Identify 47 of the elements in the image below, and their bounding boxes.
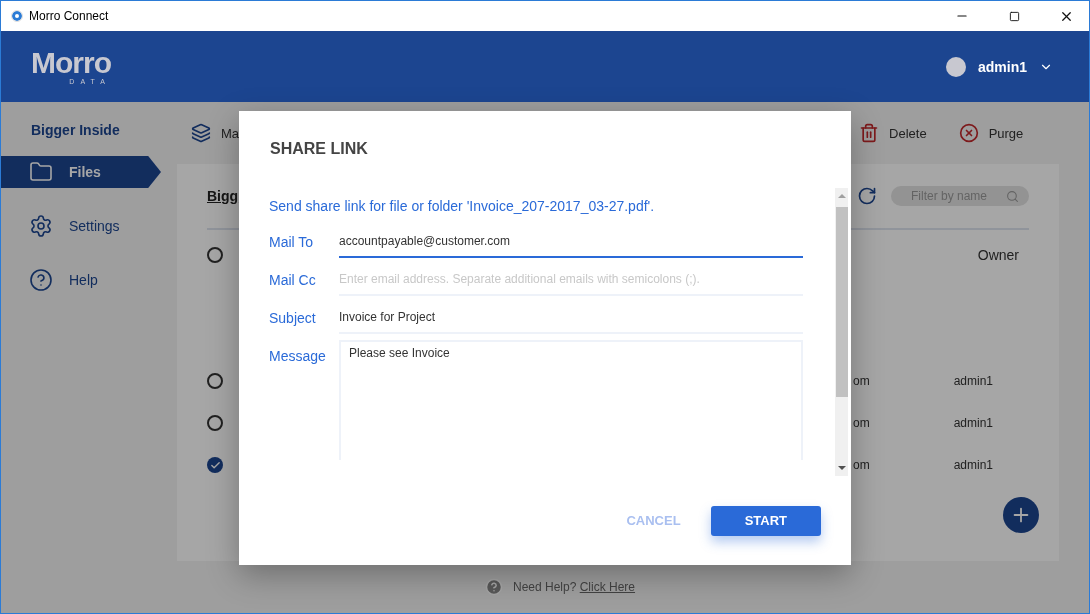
dialog-description: Send share link for file or folder 'Invoice_207-2017_03-27.pdf'. xyxy=(269,198,656,214)
workspace-title: Bigger Inside xyxy=(31,122,121,138)
table-cell: om xyxy=(853,458,870,472)
folder-icon xyxy=(29,160,53,184)
help-link[interactable]: Click Here xyxy=(579,580,636,594)
search-icon xyxy=(1006,189,1019,203)
help-icon xyxy=(484,578,503,596)
maximize-icon xyxy=(1008,10,1020,22)
input-field[interactable]: accountpayable@customer.com xyxy=(339,226,803,258)
field-label: Message xyxy=(269,347,327,364)
add-button[interactable] xyxy=(1003,497,1039,533)
input-field[interactable]: Invoice for Project xyxy=(339,302,803,334)
column-header: Owner xyxy=(977,247,1019,263)
table-cell: admin1 xyxy=(953,458,994,472)
sidebar-item[interactable]: Help xyxy=(1,264,161,296)
avatar-icon xyxy=(946,56,966,77)
toolbar-button[interactable]: Purge xyxy=(938,123,1036,143)
help-icon xyxy=(29,268,53,292)
message-field[interactable]: Please see Invoice xyxy=(339,340,803,460)
start-button[interactable]: START xyxy=(710,505,821,536)
trash-icon xyxy=(859,123,880,143)
table-cell: om xyxy=(853,416,870,430)
layers-icon xyxy=(191,123,211,143)
window-title: Morro Connect xyxy=(29,9,110,23)
sidebar-item[interactable]: Files xyxy=(1,156,161,188)
dialog-title: SHARE LINK xyxy=(270,140,369,158)
app-icon xyxy=(11,10,23,22)
row-radio[interactable] xyxy=(207,373,223,389)
check-icon xyxy=(209,459,221,471)
user-menu[interactable]: admin1 xyxy=(940,55,1059,78)
toolbar-button[interactable]: Ma xyxy=(171,123,840,143)
toolbar-button[interactable]: Delete xyxy=(839,123,939,143)
sidebar-item[interactable]: Settings xyxy=(1,210,161,242)
refresh-icon[interactable] xyxy=(857,186,877,206)
row-radio[interactable] xyxy=(207,415,223,431)
table-cell: admin1 xyxy=(953,416,994,430)
field-label: Mail Cc xyxy=(269,271,317,288)
settings-icon xyxy=(29,214,53,238)
x-circle-icon xyxy=(958,123,979,143)
select-all-radio[interactable] xyxy=(207,247,223,263)
field-label: Subject xyxy=(269,309,317,326)
field-label: Mail To xyxy=(269,233,315,250)
scrollbar[interactable] xyxy=(835,188,848,476)
help-text: Need Help? Click Here xyxy=(512,580,636,594)
table-cell: om xyxy=(853,374,870,388)
table-cell: admin1 xyxy=(953,374,994,388)
row-radio[interactable] xyxy=(207,457,223,473)
